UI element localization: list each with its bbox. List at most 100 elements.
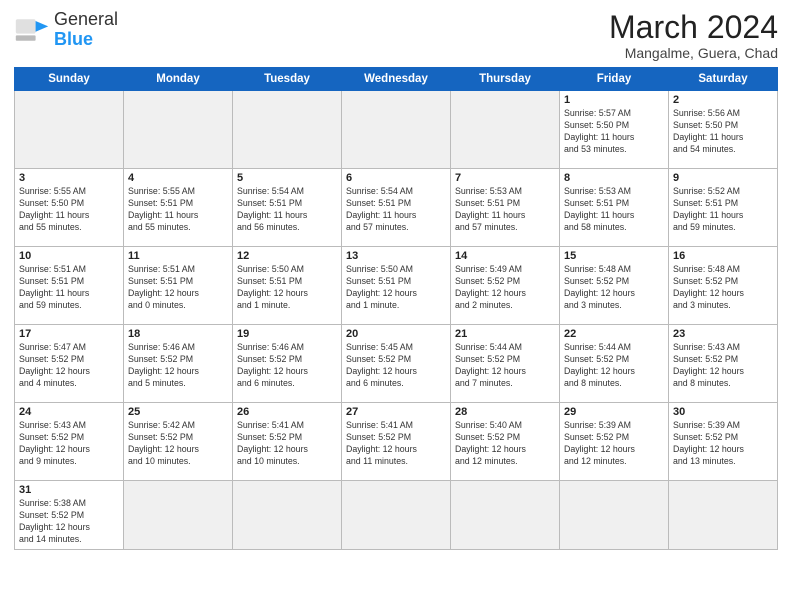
calendar-cell: 15 Sunrise: 5:48 AM Sunset: 5:52 PM Dayli… — [560, 247, 669, 325]
calendar-cell: 25Sunrise: 5:42 AM Sunset: 5:52 PM Dayli… — [124, 403, 233, 481]
logo: GeneralBlue — [14, 10, 118, 50]
calendar-cell: 12Sunrise: 5:50 AM Sunset: 5:51 PM Dayli… — [233, 247, 342, 325]
day-number: 10 — [19, 250, 119, 262]
calendar-cell — [342, 481, 451, 550]
calendar-cell: 19Sunrise: 5:46 AM Sunset: 5:52 PM Dayli… — [233, 325, 342, 403]
day-info: Sunrise: 5:56 AM Sunset: 5:50 PM Dayligh… — [673, 108, 773, 156]
day-number: 28 — [455, 406, 555, 418]
calendar-cell: 27 Sunrise: 5:41 AM Sunset: 5:52 PM Dayli… — [342, 403, 451, 481]
month-title: March 2024 — [609, 10, 778, 45]
day-info: Sunrise: 5:39 AM Sunset: 5:52 PM Dayligh… — [673, 420, 773, 468]
calendar-cell: 28 Sunrise: 5:40 AM Sunset: 5:52 PM Dayli… — [451, 403, 560, 481]
calendar-cell: 9Sunrise: 5:52 AM Sunset: 5:51 PM Daylig… — [669, 169, 778, 247]
day-number: 3 — [19, 172, 119, 184]
day-number: 14 — [455, 250, 555, 262]
day-info: Sunrise: 5:44 AM Sunset: 5:52 PM Dayligh… — [455, 342, 555, 390]
day-info: Sunrise: 5:52 AM Sunset: 5:51 PM Dayligh… — [673, 186, 773, 234]
calendar-cell: 30 Sunrise: 5:39 AM Sunset: 5:52 PM Dayli… — [669, 403, 778, 481]
day-info: Sunrise: 5:44 AM Sunset: 5:52 PM Dayligh… — [564, 342, 664, 390]
day-number: 20 — [346, 328, 446, 340]
day-number: 11 — [128, 250, 228, 262]
day-number: 26 — [237, 406, 337, 418]
logo-blue-text: Blue — [54, 29, 93, 49]
day-info: Sunrise: 5:54 AM Sunset: 5:51 PM Dayligh… — [346, 186, 446, 234]
day-number: 31 — [19, 484, 119, 496]
day-info: Sunrise: 5:38 AM Sunset: 5:52 PM Dayligh… — [19, 498, 119, 546]
day-number: 6 — [346, 172, 446, 184]
calendar-cell: 11 Sunrise: 5:51 AM Sunset: 5:51 PM Dayli… — [124, 247, 233, 325]
calendar-cell: 14Sunrise: 5:49 AM Sunset: 5:52 PM Dayli… — [451, 247, 560, 325]
day-number: 24 — [19, 406, 119, 418]
logo-text: GeneralBlue — [54, 10, 118, 50]
header-tuesday: Tuesday — [233, 68, 342, 91]
calendar-cell: 18Sunrise: 5:46 AM Sunset: 5:52 PM Dayli… — [124, 325, 233, 403]
day-info: Sunrise: 5:57 AM Sunset: 5:50 PM Dayligh… — [564, 108, 664, 156]
day-number: 23 — [673, 328, 773, 340]
day-info: Sunrise: 5:43 AM Sunset: 5:52 PM Dayligh… — [19, 420, 119, 468]
day-number: 17 — [19, 328, 119, 340]
day-number: 13 — [346, 250, 446, 262]
day-number: 16 — [673, 250, 773, 262]
calendar-table: Sunday Monday Tuesday Wednesday Thursday… — [14, 67, 778, 550]
day-number: 2 — [673, 94, 773, 106]
calendar-cell: 16Sunrise: 5:48 AM Sunset: 5:52 PM Dayli… — [669, 247, 778, 325]
day-number: 8 — [564, 172, 664, 184]
header-wednesday: Wednesday — [342, 68, 451, 91]
day-number: 30 — [673, 406, 773, 418]
logo-icon — [14, 12, 50, 48]
day-number: 22 — [564, 328, 664, 340]
day-info: Sunrise: 5:50 AM Sunset: 5:51 PM Dayligh… — [346, 264, 446, 312]
day-info: Sunrise: 5:50 AM Sunset: 5:51 PM Dayligh… — [237, 264, 337, 312]
calendar-cell: 29Sunrise: 5:39 AM Sunset: 5:52 PM Dayli… — [560, 403, 669, 481]
calendar-cell — [451, 91, 560, 169]
day-number: 4 — [128, 172, 228, 184]
day-info: Sunrise: 5:42 AM Sunset: 5:52 PM Dayligh… — [128, 420, 228, 468]
day-info: Sunrise: 5:47 AM Sunset: 5:52 PM Dayligh… — [19, 342, 119, 390]
calendar-cell — [233, 481, 342, 550]
page: GeneralBlue March 2024 Mangalme, Guera, … — [0, 0, 792, 612]
calendar-cell: 22 Sunrise: 5:44 AM Sunset: 5:52 PM Dayli… — [560, 325, 669, 403]
calendar-cell: 26 Sunrise: 5:41 AM Sunset: 5:52 PM Dayli… — [233, 403, 342, 481]
calendar-cell: 24 Sunrise: 5:43 AM Sunset: 5:52 PM Dayli… — [15, 403, 124, 481]
calendar-cell: 4 Sunrise: 5:55 AM Sunset: 5:51 PM Daylig… — [124, 169, 233, 247]
calendar-cell: 13 Sunrise: 5:50 AM Sunset: 5:51 PM Dayli… — [342, 247, 451, 325]
day-number: 27 — [346, 406, 446, 418]
day-info: Sunrise: 5:53 AM Sunset: 5:51 PM Dayligh… — [564, 186, 664, 234]
calendar-cell: 21 Sunrise: 5:44 AM Sunset: 5:52 PM Dayli… — [451, 325, 560, 403]
calendar-cell: 1Sunrise: 5:57 AM Sunset: 5:50 PM Daylig… — [560, 91, 669, 169]
calendar-cell — [233, 91, 342, 169]
header-friday: Friday — [560, 68, 669, 91]
calendar-cell: 6 Sunrise: 5:54 AM Sunset: 5:51 PM Daylig… — [342, 169, 451, 247]
weekday-header-row: Sunday Monday Tuesday Wednesday Thursday… — [15, 68, 778, 91]
day-number: 18 — [128, 328, 228, 340]
day-info: Sunrise: 5:40 AM Sunset: 5:52 PM Dayligh… — [455, 420, 555, 468]
calendar-cell — [15, 91, 124, 169]
calendar-cell: 10Sunrise: 5:51 AM Sunset: 5:51 PM Dayli… — [15, 247, 124, 325]
header: GeneralBlue March 2024 Mangalme, Guera, … — [14, 10, 778, 61]
calendar-cell: 7 Sunrise: 5:53 AM Sunset: 5:51 PM Daylig… — [451, 169, 560, 247]
day-info: Sunrise: 5:43 AM Sunset: 5:52 PM Dayligh… — [673, 342, 773, 390]
day-number: 7 — [455, 172, 555, 184]
day-info: Sunrise: 5:46 AM Sunset: 5:52 PM Dayligh… — [237, 342, 337, 390]
day-info: Sunrise: 5:55 AM Sunset: 5:51 PM Dayligh… — [128, 186, 228, 234]
day-info: Sunrise: 5:39 AM Sunset: 5:52 PM Dayligh… — [564, 420, 664, 468]
calendar-cell — [124, 481, 233, 550]
day-info: Sunrise: 5:48 AM Sunset: 5:52 PM Dayligh… — [564, 264, 664, 312]
calendar-cell: 20 Sunrise: 5:45 AM Sunset: 5:52 PM Dayli… — [342, 325, 451, 403]
header-monday: Monday — [124, 68, 233, 91]
calendar-cell: 8 Sunrise: 5:53 AM Sunset: 5:51 PM Daylig… — [560, 169, 669, 247]
day-info: Sunrise: 5:51 AM Sunset: 5:51 PM Dayligh… — [128, 264, 228, 312]
header-thursday: Thursday — [451, 68, 560, 91]
calendar-cell — [124, 91, 233, 169]
day-info: Sunrise: 5:53 AM Sunset: 5:51 PM Dayligh… — [455, 186, 555, 234]
calendar-cell: 3Sunrise: 5:55 AM Sunset: 5:50 PM Daylig… — [15, 169, 124, 247]
calendar-cell — [669, 481, 778, 550]
calendar-cell: 2 Sunrise: 5:56 AM Sunset: 5:50 PM Daylig… — [669, 91, 778, 169]
day-number: 21 — [455, 328, 555, 340]
day-number: 15 — [564, 250, 664, 262]
calendar-cell — [560, 481, 669, 550]
calendar-cell: 17 Sunrise: 5:47 AM Sunset: 5:52 PM Dayli… — [15, 325, 124, 403]
day-info: Sunrise: 5:41 AM Sunset: 5:52 PM Dayligh… — [237, 420, 337, 468]
day-info: Sunrise: 5:45 AM Sunset: 5:52 PM Dayligh… — [346, 342, 446, 390]
day-info: Sunrise: 5:41 AM Sunset: 5:52 PM Dayligh… — [346, 420, 446, 468]
